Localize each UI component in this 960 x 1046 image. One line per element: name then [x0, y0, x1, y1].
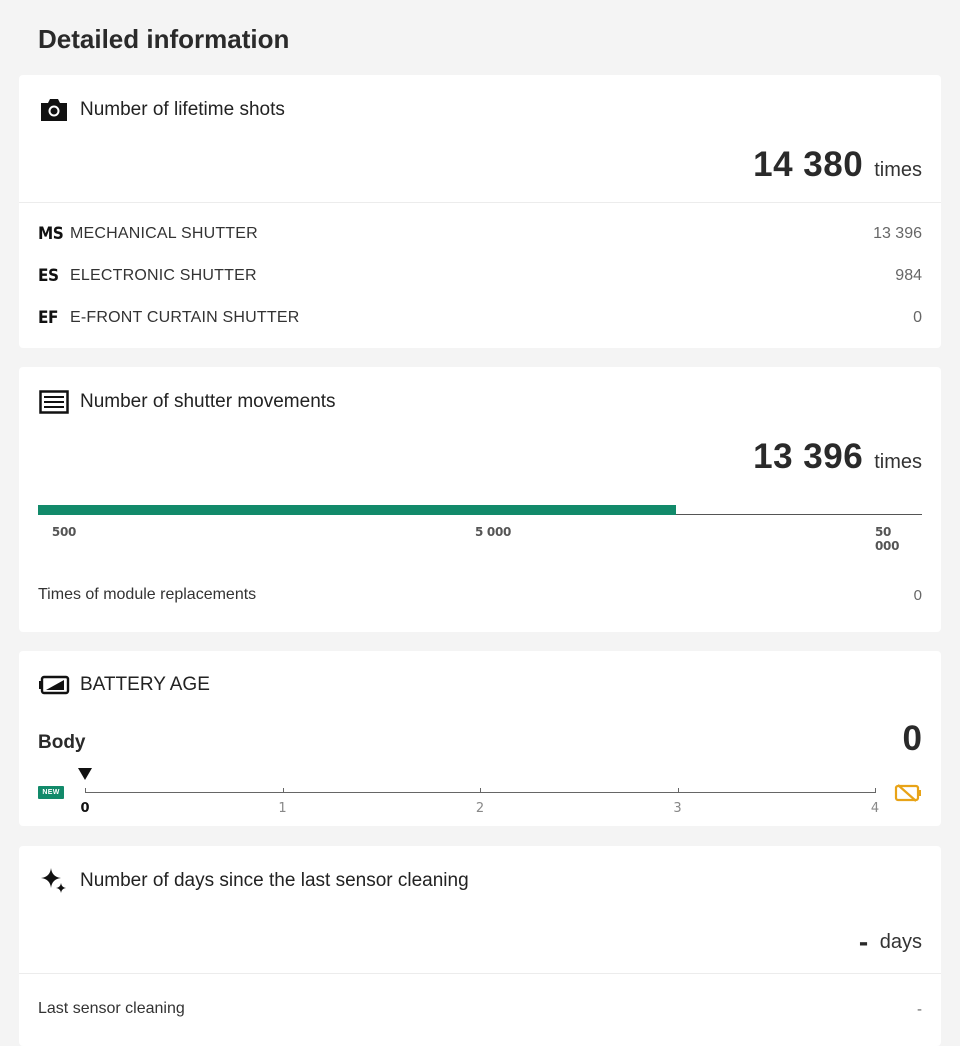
lifetime-shots-title: Number of lifetime shots: [80, 99, 285, 120]
sensor-cleaning-header: Number of days since the last sensor cle…: [38, 865, 469, 897]
battery-body-label: Body: [38, 732, 86, 753]
battery-scale-label-3: 3: [673, 801, 682, 816]
shutter-movements-card: Number of shutter movements 13 396 times…: [19, 367, 941, 632]
electronic-shutter-abbr: ES: [38, 266, 59, 286]
page-title: Detailed information: [38, 24, 290, 54]
camera-icon: [38, 94, 70, 126]
lifetime-shots-card: Number of lifetime shots 14 380 times MS…: [19, 75, 941, 348]
divider: [19, 202, 941, 203]
battery-scale-tick: [480, 788, 481, 793]
scale-label-500: 500: [51, 525, 77, 539]
battery-scale-label-1: 1: [278, 801, 287, 816]
battery-scale-tick: [677, 788, 679, 793]
sparkle-icon: [38, 865, 70, 897]
lifetime-shots-header: Number of lifetime shots: [38, 94, 285, 126]
shutter-movements-title: Number of shutter movements: [80, 391, 336, 412]
battery-scale-label-0: 0: [80, 801, 90, 816]
shutter-progress-fill: [38, 505, 676, 515]
battery-scale-label-2: 2: [475, 801, 485, 816]
shot-row-electronic: ES ELECTRONIC SHUTTER 984: [38, 264, 922, 288]
sensor-cleaning-card: Number of days since the last sensor cle…: [19, 846, 941, 1046]
new-battery-badge: NEW: [38, 786, 64, 799]
battery-age-header: BATTERY AGE: [38, 669, 210, 701]
shutter-movements-unit: times: [874, 451, 922, 473]
sensor-cleaning-title: Number of days since the last sensor cle…: [80, 870, 469, 891]
shot-row-mechanical: MS MECHANICAL SHUTTER 13 396: [38, 222, 922, 246]
battery-icon: [38, 669, 70, 701]
lifetime-shots-unit: times: [874, 159, 922, 181]
scale-label-5000: 5 000: [474, 525, 512, 539]
electronic-shutter-value: 984: [895, 267, 922, 284]
shot-row-efront: EF E-FRONT CURTAIN SHUTTER 0: [38, 306, 922, 330]
shutter-movements-value: 13 396: [753, 437, 864, 476]
module-replacements-row: Times of module replacements 0: [38, 586, 922, 604]
sensor-cleaning-unit: days: [879, 930, 922, 953]
module-replacements-label: Times of module replacements: [38, 586, 257, 603]
efront-shutter-value: 0: [913, 309, 922, 326]
sensor-cleaning-total: - days: [859, 926, 922, 958]
battery-age-value: 0: [902, 719, 922, 758]
shutter-movements-header: Number of shutter movements: [38, 386, 336, 418]
electronic-shutter-label: ELECTRONIC SHUTTER: [70, 267, 257, 284]
battery-scale-tick: [875, 788, 876, 793]
divider: [19, 973, 941, 974]
battery-age-title: BATTERY AGE: [80, 674, 210, 695]
shutter-icon: [38, 386, 70, 418]
lifetime-shots-value: 14 380: [753, 145, 864, 184]
module-replacements-value: 0: [913, 586, 922, 604]
battery-level-marker: [78, 768, 92, 780]
battery-age-card: BATTERY AGE Body 0 NEW 0 1 2 3 4: [19, 651, 941, 826]
battery-scale-label-4: 4: [870, 801, 880, 816]
battery-worn-icon: [894, 784, 922, 807]
battery-scale-tick: [85, 788, 86, 793]
last-sensor-cleaning-label: Last sensor cleaning: [38, 1000, 185, 1017]
mechanical-shutter-label: MECHANICAL SHUTTER: [70, 225, 258, 242]
efront-shutter-abbr: EF: [38, 308, 58, 328]
sensor-cleaning-value: -: [858, 926, 869, 957]
lifetime-shots-total: 14 380 times: [753, 145, 922, 185]
battery-scale-tick: [282, 788, 284, 793]
last-sensor-cleaning-value: -: [917, 1000, 922, 1018]
mechanical-shutter-value: 13 396: [873, 225, 922, 242]
shutter-movements-total: 13 396 times: [753, 437, 922, 477]
efront-shutter-label: E-FRONT CURTAIN SHUTTER: [70, 309, 300, 326]
mechanical-shutter-abbr: MS: [38, 224, 64, 244]
last-sensor-cleaning-row: Last sensor cleaning -: [38, 1000, 922, 1018]
scale-label-50000: 50 000: [875, 525, 900, 553]
